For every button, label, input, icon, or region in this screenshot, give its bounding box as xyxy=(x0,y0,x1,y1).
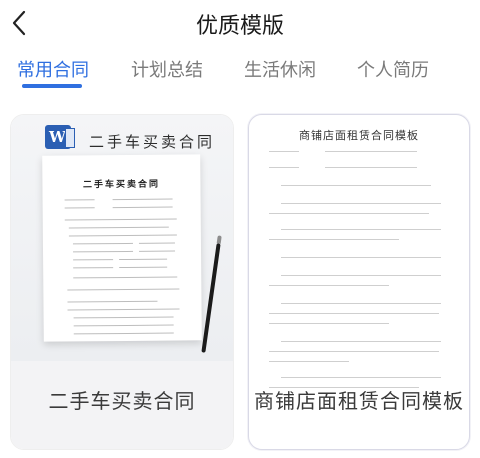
template-thumbnail: W 二手车买卖合同 二手车买卖合同 xyxy=(11,115,233,361)
template-card-shop-lease-contract[interactable]: 商铺店面租赁合同模板 商铺店面租赁合同模板 xyxy=(248,114,470,450)
tab-life-leisure[interactable]: 生活休闲 xyxy=(244,56,316,82)
page-title: 优质模版 xyxy=(195,14,284,39)
document-preview: 商铺店面租赁合同模板 商铺店面租赁合同模板 xyxy=(249,115,469,449)
document-title: 商铺店面租赁合同模板 xyxy=(299,129,419,142)
word-icon: W xyxy=(45,125,75,149)
tab-resume[interactable]: 个人简历 xyxy=(357,56,429,82)
pen-image xyxy=(201,243,221,353)
template-title: 二手车买卖合同 xyxy=(48,389,196,413)
template-card-used-car-contract[interactable]: W 二手车买卖合同 二手车买卖合同 二手车买卖合同 xyxy=(10,114,234,450)
template-title: 商铺店面租赁合同模板 xyxy=(254,389,464,413)
document-title: 二手车买卖合同 xyxy=(82,179,160,191)
thumbnail-heading: 二手车买卖合同 xyxy=(89,133,216,151)
active-tab-indicator xyxy=(22,84,82,88)
document-preview: 二手车买卖合同 xyxy=(42,154,202,342)
category-tabs: 常用合同 计划总结 生活休闲 个人简历 xyxy=(0,56,480,96)
tab-common-contracts[interactable]: 常用合同 xyxy=(17,56,89,82)
top-bar: 优质模版 xyxy=(0,0,480,48)
tab-plan-summary[interactable]: 计划总结 xyxy=(131,56,203,82)
